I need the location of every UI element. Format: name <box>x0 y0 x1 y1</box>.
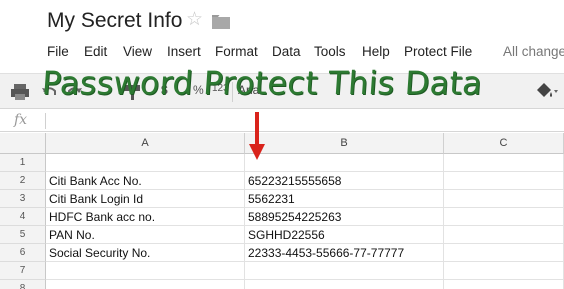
menu-edit[interactable]: Edit <box>84 44 107 59</box>
menu-tools[interactable]: Tools <box>314 44 346 59</box>
folder-icon[interactable] <box>212 15 230 29</box>
cell-b[interactable]: SGHHD22556 <box>245 226 444 244</box>
menu-protect-file[interactable]: Protect File <box>404 44 472 59</box>
cell-c[interactable] <box>444 154 564 172</box>
title-row: My Secret Info ☆ <box>0 0 564 44</box>
column-header-a[interactable]: A <box>46 133 245 154</box>
cell-a[interactable]: Social Security No. <box>46 244 245 262</box>
cell-c[interactable] <box>444 226 564 244</box>
save-status: All changes <box>503 44 564 59</box>
formula-divider <box>45 113 46 129</box>
cell-b[interactable]: 58895254225263 <box>245 208 444 226</box>
formula-bar: fx <box>0 110 564 132</box>
cell-b[interactable]: 5562231 <box>245 190 444 208</box>
column-header-b[interactable]: B <box>245 133 444 154</box>
row-header[interactable]: 6 <box>0 244 46 262</box>
menu-help[interactable]: Help <box>362 44 390 59</box>
cell-c[interactable] <box>444 172 564 190</box>
select-all-corner[interactable] <box>0 133 46 154</box>
column-header-c[interactable]: C <box>444 133 564 154</box>
spreadsheet-grid: A B C 1 2 Citi Bank Acc No. 65223215555658 3… <box>0 133 564 289</box>
cell-c[interactable] <box>444 262 564 280</box>
formula-input[interactable] <box>48 111 558 130</box>
cell-a[interactable] <box>46 280 245 289</box>
password-protect-banner: Password Protect This Data <box>40 64 484 102</box>
cell-a[interactable]: Citi Bank Login Id <box>46 190 245 208</box>
row-header[interactable]: 5 <box>0 226 46 244</box>
fx-icon: fx <box>14 112 28 128</box>
cell-b[interactable]: 22333-4453-55666-77-77777 <box>245 244 444 262</box>
menu-format[interactable]: Format <box>215 44 258 59</box>
cell-b[interactable] <box>245 280 444 289</box>
cell-a[interactable]: HDFC Bank acc no. <box>46 208 245 226</box>
cell-a[interactable] <box>46 154 245 172</box>
menu-data[interactable]: Data <box>272 44 301 59</box>
cell-b[interactable] <box>245 154 444 172</box>
cell-a[interactable]: Citi Bank Acc No. <box>46 172 245 190</box>
row-header[interactable]: 2 <box>0 172 46 190</box>
cell-c[interactable] <box>444 208 564 226</box>
menu-insert[interactable]: Insert <box>167 44 201 59</box>
menu-view[interactable]: View <box>123 44 152 59</box>
cell-a[interactable]: PAN No. <box>46 226 245 244</box>
menu-bar: File Edit View Insert Format Data Tools … <box>0 41 564 65</box>
row-header[interactable]: 7 <box>0 262 46 280</box>
cell-c[interactable] <box>444 280 564 289</box>
document-title[interactable]: My Secret Info <box>47 9 182 33</box>
cell-a[interactable] <box>46 262 245 280</box>
cell-b[interactable] <box>245 262 444 280</box>
print-icon[interactable] <box>10 83 30 101</box>
red-down-arrow-icon <box>249 112 265 160</box>
row-header[interactable]: 1 <box>0 154 46 172</box>
cell-b[interactable]: 65223215555658 <box>245 172 444 190</box>
cell-c[interactable] <box>444 190 564 208</box>
row-header[interactable]: 8 <box>0 280 46 289</box>
menu-file[interactable]: File <box>47 44 69 59</box>
row-header[interactable]: 3 <box>0 190 46 208</box>
cell-c[interactable] <box>444 244 564 262</box>
star-icon[interactable]: ☆ <box>186 10 203 29</box>
row-header[interactable]: 4 <box>0 208 46 226</box>
